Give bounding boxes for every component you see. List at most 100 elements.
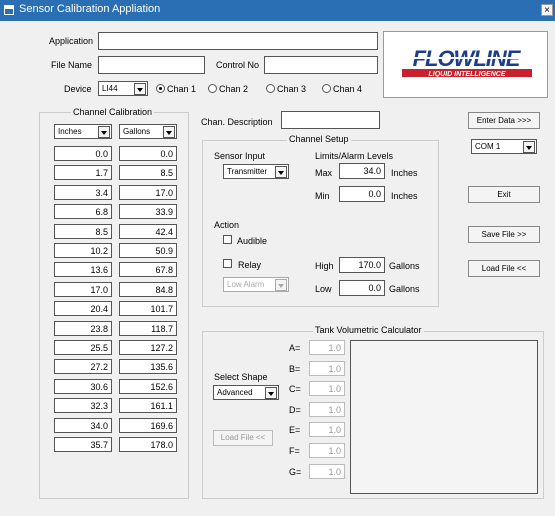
chevron-down-icon [134,83,146,95]
chan2-radio[interactable] [208,84,217,93]
window-title: Sensor Calibration Appliation [19,3,161,15]
unit-left-select[interactable]: Inches [54,124,112,139]
chan4-radio[interactable] [322,84,331,93]
shape-select[interactable]: Advanced [213,385,279,400]
chan-description-label: Chan. Description [201,117,273,127]
unit-right-select[interactable]: Gallons [119,124,177,139]
volume-cell[interactable]: 33.9 [119,204,177,220]
volume-cell[interactable]: 0.0 [119,146,177,161]
volume-cell[interactable]: 169.6 [119,417,177,433]
control-no-input[interactable] [264,56,378,74]
device-value: LI44 [102,84,118,93]
volume-cell[interactable]: 101.7 [119,301,177,317]
level-cell[interactable]: 34.0 [54,417,112,433]
level-cell[interactable]: 1.7 [54,165,112,181]
volume-cell[interactable]: 152.6 [119,378,177,394]
param-input[interactable]: 1.0 [309,463,345,479]
shape-value: Advanced [217,388,253,397]
window-icon [4,5,14,15]
param-label: B= [289,363,301,374]
param-input[interactable]: 1.0 [309,401,345,417]
volume-cell[interactable]: 118.7 [119,320,177,336]
sensor-input-label: Sensor Input [214,151,266,161]
volume-cell[interactable]: 42.4 [119,223,177,239]
enter-data-button[interactable]: Enter Data >>> [468,112,540,129]
sensor-input-select[interactable]: Transmitter [223,164,289,179]
application-input[interactable] [98,32,378,50]
exit-button[interactable]: Exit [468,186,540,203]
volume-cell[interactable]: 67.8 [119,262,177,278]
alarm-type-select[interactable]: Low Alarm [223,277,289,292]
calc-load-file-button[interactable]: Load File << [213,430,273,446]
chevron-down-icon [523,141,535,153]
level-cell[interactable]: 20.4 [54,301,112,317]
level-cell[interactable]: 3.4 [54,184,112,200]
title-bar[interactable]: Sensor Calibration Appliation × [0,0,555,21]
device-select[interactable]: LI44 [98,81,148,96]
com-port-select[interactable]: COM 1 [471,139,537,154]
close-button[interactable]: × [541,4,553,16]
select-shape-label: Select Shape [214,372,268,382]
max-label: Max [315,168,333,178]
volume-cell[interactable]: 8.5 [119,165,177,181]
level-cell[interactable]: 0.0 [54,146,112,161]
channel-setup-title: Channel Setup [287,134,351,144]
level-cell[interactable]: 23.8 [54,320,112,336]
low-input[interactable]: 0.0 [339,280,385,296]
level-cell[interactable]: 25.5 [54,340,112,355]
app-window: Sensor Calibration Appliation × Applicat… [0,0,555,516]
high-input[interactable]: 170.0 [339,257,385,273]
chan1-radio[interactable] [156,84,165,93]
filename-label: File Name [51,60,93,70]
volume-cell[interactable]: 161.1 [119,398,177,414]
level-cell[interactable]: 27.2 [54,359,112,375]
max-input[interactable]: 34.0 [339,163,385,179]
high-label: High [315,261,334,271]
chan1-label: Chan 1 [167,84,197,94]
volume-cell[interactable]: 127.2 [119,340,177,355]
audible-checkbox[interactable] [223,235,232,244]
chan-description-input[interactable] [281,111,380,129]
channel-calibration-title: Channel Calibration [71,107,155,117]
chevron-down-icon [275,166,287,178]
level-cell[interactable]: 32.3 [54,398,112,414]
chan3-label: Chan 3 [277,84,307,94]
level-cell[interactable]: 8.5 [54,223,112,239]
level-cell[interactable]: 13.6 [54,262,112,278]
min-input[interactable]: 0.0 [339,186,385,202]
filename-input[interactable] [98,56,205,74]
svg-text:LIQUID INTELLIGENCE: LIQUID INTELLIGENCE [429,71,506,78]
param-label: E= [289,425,301,436]
level-cell[interactable]: 10.2 [54,243,112,258]
volume-cell[interactable]: 84.8 [119,281,177,297]
chevron-down-icon [265,387,277,399]
load-file-button[interactable]: Load File << [468,260,540,277]
level-cell[interactable]: 35.7 [54,437,112,452]
low-unit: Gallons [389,284,420,294]
volume-cell[interactable]: 17.0 [119,184,177,200]
param-input[interactable]: 1.0 [309,381,345,397]
unit-left-value: Inches [58,127,82,136]
level-cell[interactable]: 30.6 [54,378,112,394]
volume-cell[interactable]: 178.0 [119,437,177,452]
param-input[interactable]: 1.0 [309,422,345,438]
volume-cell[interactable]: 50.9 [119,243,177,258]
low-label: Low [315,284,332,294]
relay-checkbox[interactable] [223,259,232,268]
param-input[interactable]: 1.0 [309,360,345,376]
param-input[interactable]: 1.0 [309,443,345,458]
control-no-label: Control No [216,60,260,70]
tank-calculator-title: Tank Volumetric Calculator [313,325,424,335]
chan3-radio[interactable] [266,84,275,93]
alarm-type-value: Low Alarm [227,280,265,289]
audible-label: Audible [237,236,268,246]
high-unit: Gallons [389,261,420,271]
save-file-button[interactable]: Save File >> [468,226,540,243]
max-unit: Inches [391,168,418,178]
level-cell[interactable]: 6.8 [54,204,112,220]
level-cell[interactable]: 17.0 [54,281,112,297]
param-input[interactable]: 1.0 [309,340,345,355]
chan4-label: Chan 4 [333,84,363,94]
flowline-logo-graphic: FLOWLINE LIQUID INTELLIGENCE [402,46,532,78]
volume-cell[interactable]: 135.6 [119,359,177,375]
